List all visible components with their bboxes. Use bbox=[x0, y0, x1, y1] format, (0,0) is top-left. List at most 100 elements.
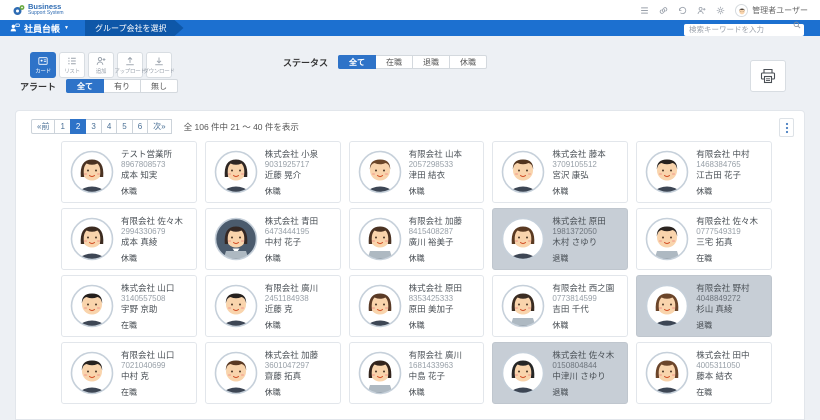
employee-card[interactable]: 株式会社 小泉 9031925717 近藤 晃介 休職 bbox=[205, 141, 341, 203]
company-name: 株式会社 青田 bbox=[265, 216, 318, 227]
employee-info: 株式会社 青田 6473444195 中村 花子 休職 bbox=[265, 209, 318, 269]
pagination-next[interactable]: 次» bbox=[147, 119, 171, 134]
upload-label: アップロード bbox=[114, 67, 145, 75]
employee-card[interactable]: 有限会社 廣川 2451184938 近藤 克 休職 bbox=[205, 275, 341, 337]
employee-card[interactable]: 株式会社 青田 6473444195 中村 花子 休職 bbox=[205, 208, 341, 270]
employee-info: 有限会社 廣川 2451184938 近藤 克 休職 bbox=[265, 276, 318, 336]
employee-name: 三宅 拓真 bbox=[696, 237, 758, 248]
alert-option-yes[interactable]: 有り bbox=[103, 79, 141, 93]
upload-button[interactable]: アップロード bbox=[117, 52, 143, 78]
employee-card[interactable]: 有限会社 野村 4048849272 杉山 真綾 退職 bbox=[636, 275, 772, 337]
search-icon[interactable] bbox=[793, 21, 801, 29]
user-add-icon[interactable] bbox=[697, 6, 706, 15]
status-option-retired[interactable]: 退職 bbox=[412, 55, 450, 69]
company-name: 株式会社 山口 bbox=[121, 283, 174, 294]
menu-icon[interactable] bbox=[640, 6, 649, 15]
employee-name: 中島 花子 bbox=[409, 371, 462, 382]
employee-card[interactable]: 有限会社 佐々木 2994330679 成本 真綾 休職 bbox=[61, 208, 197, 270]
employee-card[interactable]: テスト営業所 8967808573 成本 知実 休職 bbox=[61, 141, 197, 203]
user-name: 管理者ユーザー bbox=[752, 5, 808, 16]
pagination-page-6[interactable]: 6 bbox=[132, 119, 148, 134]
employee-info: 株式会社 田中 4005311050 藤本 結衣 在職 bbox=[696, 343, 749, 403]
breadcrumb-select-group-company[interactable]: グループ会社を選択 bbox=[85, 20, 184, 36]
employee-card[interactable]: 有限会社 中村 1468384765 江古田 花子 休職 bbox=[636, 141, 772, 203]
employee-card[interactable]: 有限会社 山本 2057298533 津田 結衣 休職 bbox=[349, 141, 485, 203]
employee-card[interactable]: 株式会社 佐々木 0150804844 中津川 さゆり 退職 bbox=[492, 342, 628, 404]
link-icon[interactable] bbox=[659, 6, 668, 15]
company-name: 株式会社 原田 bbox=[409, 283, 462, 294]
status-label: 休職 bbox=[409, 253, 462, 264]
company-name: 有限会社 山口 bbox=[121, 350, 174, 361]
history-icon[interactable] bbox=[678, 6, 687, 15]
company-name: 有限会社 佐々木 bbox=[121, 216, 183, 227]
employee-info: 有限会社 佐々木 2994330679 成本 真綾 休職 bbox=[121, 209, 183, 269]
pagination-page-1[interactable]: 1 bbox=[54, 119, 70, 134]
status-label: 在職 bbox=[696, 253, 758, 264]
employee-avatar bbox=[358, 351, 402, 395]
employee-card[interactable]: 有限会社 山口 7021040699 中村 克 在職 bbox=[61, 342, 197, 404]
status-option-leave[interactable]: 休職 bbox=[449, 55, 487, 69]
employee-card[interactable]: 有限会社 加藤 8415408287 廣川 裕美子 休職 bbox=[349, 208, 485, 270]
employee-info: 株式会社 佐々木 0150804844 中津川 さゆり 退職 bbox=[552, 343, 614, 403]
status-label: 休職 bbox=[121, 186, 172, 197]
list-view-button[interactable]: リスト bbox=[59, 52, 85, 78]
phone-number: 4005311050 bbox=[696, 361, 749, 371]
company-name: 有限会社 中村 bbox=[696, 149, 749, 160]
employee-card[interactable]: 株式会社 原田 8353425333 原田 美加子 休職 bbox=[349, 275, 485, 337]
search-input[interactable] bbox=[684, 24, 804, 36]
pagination-page-4[interactable]: 4 bbox=[101, 119, 117, 134]
alert-option-no[interactable]: 無し bbox=[140, 79, 178, 93]
status-label: 休職 bbox=[265, 186, 318, 197]
employee-info: 株式会社 山口 3140557508 宇野 京助 在職 bbox=[121, 276, 174, 336]
employee-info: 有限会社 中村 1468384765 江古田 花子 休職 bbox=[696, 142, 749, 202]
employee-card[interactable]: 有限会社 廣川 1681433963 中島 花子 休職 bbox=[349, 342, 485, 404]
employee-name: 原田 美加子 bbox=[409, 304, 462, 315]
employee-avatar bbox=[501, 284, 545, 328]
nav-bar: 社員台帳 ▼ グループ会社を選択 bbox=[0, 20, 820, 36]
employee-info: 有限会社 野村 4048849272 杉山 真綾 退職 bbox=[696, 276, 749, 336]
employee-card[interactable]: 株式会社 田中 4005311050 藤本 結衣 在職 bbox=[636, 342, 772, 404]
phone-number: 1681433963 bbox=[409, 361, 462, 371]
status-label: 休職 bbox=[121, 253, 183, 264]
employee-card[interactable]: 有限会社 佐々木 0777549319 三宅 拓真 在職 bbox=[636, 208, 772, 270]
download-button[interactable]: ダウンロード bbox=[146, 52, 172, 78]
alert-option-all[interactable]: 全て bbox=[66, 79, 104, 93]
employee-card[interactable]: 株式会社 加藤 3601047297 齋藤 拓真 休職 bbox=[205, 342, 341, 404]
employee-avatar bbox=[214, 351, 258, 395]
employee-card[interactable]: 有限会社 西之園 0773814599 吉田 千代 休職 bbox=[492, 275, 628, 337]
pagination-page-3[interactable]: 3 bbox=[85, 119, 101, 134]
print-button[interactable] bbox=[750, 60, 786, 92]
status-option-active[interactable]: 在職 bbox=[375, 55, 413, 69]
user-menu[interactable]: 管理者ユーザー bbox=[735, 4, 808, 17]
add-button[interactable]: 追加 bbox=[88, 52, 114, 78]
employee-name: 中村 克 bbox=[121, 371, 174, 382]
company-name: 株式会社 加藤 bbox=[265, 350, 318, 361]
employee-avatar bbox=[358, 284, 402, 328]
status-option-all[interactable]: 全て bbox=[338, 55, 376, 69]
settings-icon[interactable] bbox=[716, 6, 725, 15]
pagination-page-2[interactable]: 2 bbox=[70, 119, 86, 134]
employee-avatar bbox=[358, 150, 402, 194]
employee-name: 吉田 千代 bbox=[552, 304, 614, 315]
employee-name: 藤本 結衣 bbox=[696, 371, 749, 382]
phone-number: 0150804844 bbox=[552, 361, 614, 371]
card-view-button[interactable]: カード bbox=[30, 52, 56, 78]
employee-name: 江古田 花子 bbox=[696, 170, 749, 181]
company-name: 有限会社 野村 bbox=[696, 283, 749, 294]
employee-name: 成本 知実 bbox=[121, 170, 172, 181]
app-menu-employee-ledger[interactable]: 社員台帳 ▼ bbox=[0, 20, 79, 36]
employee-info: 有限会社 廣川 1681433963 中島 花子 休職 bbox=[409, 343, 462, 403]
search-box bbox=[684, 19, 804, 37]
employee-card[interactable]: 株式会社 原田 1981372050 木村 さゆり 退職 bbox=[492, 208, 628, 270]
company-name: 有限会社 佐々木 bbox=[696, 216, 758, 227]
alert-filter-options: 全て 有り 無し bbox=[66, 79, 178, 93]
employee-card[interactable]: 株式会社 藤本 3709105512 宮沢 康弘 休職 bbox=[492, 141, 628, 203]
phone-number: 3601047297 bbox=[265, 361, 318, 371]
pagination-prev[interactable]: «前 bbox=[31, 119, 55, 134]
pagination-page-5[interactable]: 5 bbox=[116, 119, 132, 134]
status-label: 休職 bbox=[409, 186, 462, 197]
employee-card[interactable]: 株式会社 山口 3140557508 宇野 京助 在職 bbox=[61, 275, 197, 337]
alert-filter: アラート 全て 有り 無し bbox=[20, 79, 178, 93]
app-logo[interactable]: Business Support System bbox=[12, 3, 64, 16]
panel-menu-button[interactable] bbox=[779, 118, 794, 137]
